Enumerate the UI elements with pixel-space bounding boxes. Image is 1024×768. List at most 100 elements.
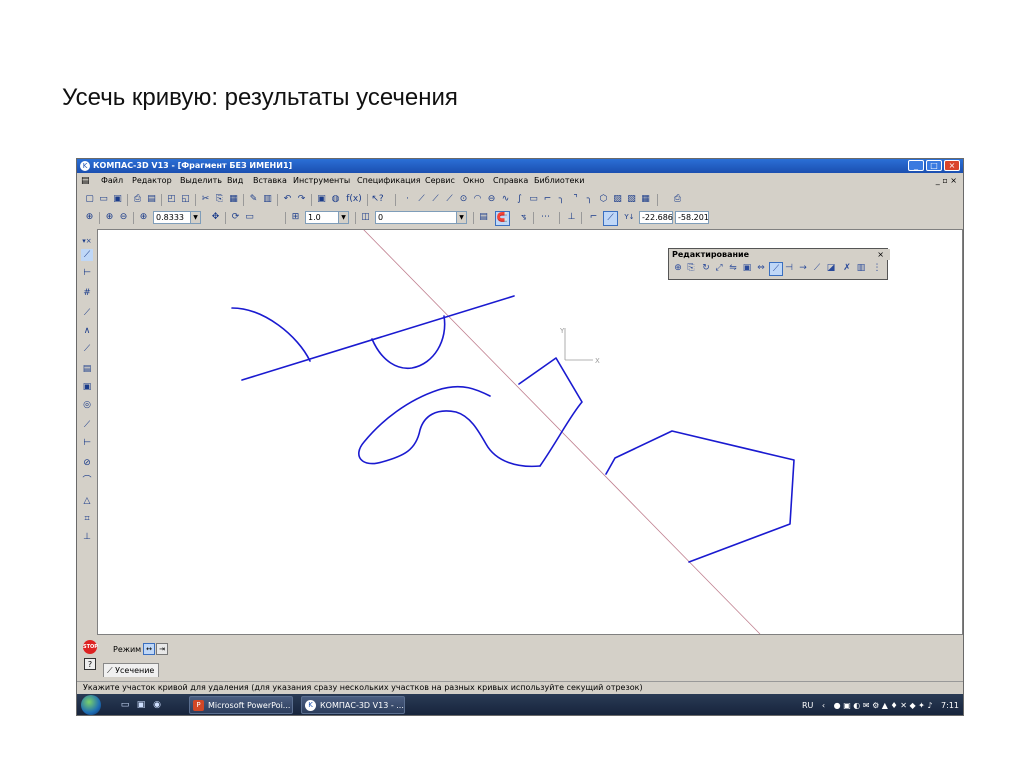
circle-tool-icon[interactable]: ⊘ — [81, 457, 93, 469]
refresh-icon[interactable]: ⟳ — [229, 211, 242, 224]
step-icon[interactable]: ⊞ — [289, 211, 302, 224]
library-icon[interactable]: ▥ — [261, 193, 274, 206]
polygon-icon[interactable]: ⬡ — [597, 193, 610, 206]
arc-tool-icon[interactable]: ⌒ — [81, 475, 93, 487]
param-mode-icon[interactable]: ⟋ — [603, 211, 618, 226]
associative-views-icon[interactable]: ▣ — [81, 381, 93, 393]
parametrization-icon[interactable]: ∧ — [81, 325, 93, 337]
menu-tools[interactable]: Инструменты — [293, 174, 350, 188]
cursor-step-field[interactable]: 1.0 ▼ — [305, 211, 349, 224]
deform-icon[interactable]: ▣ — [741, 262, 753, 274]
break-icon[interactable]: ⟋ — [811, 262, 823, 274]
zoom-scale-field[interactable]: 0.8333 ▼ — [153, 211, 201, 224]
menu-libraries[interactable]: Библиотеки — [534, 174, 584, 188]
ellipse-icon[interactable]: ⊖ — [485, 193, 498, 206]
mode-trim-inner-button[interactable]: ↔ — [143, 643, 155, 655]
zoom-in-icon[interactable]: ⊕ — [103, 211, 116, 224]
base-tool-icon[interactable]: ⊥ — [81, 531, 93, 543]
dimensions-icon[interactable]: ⊢ — [81, 267, 93, 279]
polyline-icon[interactable]: ⟋ — [429, 193, 442, 206]
divide-icon[interactable]: ⋮ — [871, 262, 883, 274]
trimmed-arc-semicircle[interactable] — [371, 315, 446, 370]
menu-specification[interactable]: Спецификация — [357, 174, 421, 188]
properties-icon[interactable]: ✎ — [247, 193, 260, 206]
fillet-icon[interactable]: ╮ — [555, 193, 568, 206]
zoom-out-icon[interactable]: ⊖ — [117, 211, 130, 224]
tab-trim[interactable]: ⟋ Усечение — [103, 663, 159, 677]
mdi-window-controls[interactable]: _ ▫ × — [936, 174, 957, 188]
menu-insert[interactable]: Вставка — [253, 174, 287, 188]
trim-by-two-points-icon[interactable]: ⊣ — [783, 262, 795, 274]
copy-object-icon[interactable]: ⎘ — [685, 262, 697, 274]
zoom-scale-icon[interactable]: ⊕ — [137, 211, 150, 224]
rotate-icon[interactable]: ↻ — [700, 262, 712, 274]
bezier-icon[interactable]: ∿ — [499, 193, 512, 206]
paste-icon[interactable]: ▦ — [227, 193, 240, 206]
language-indicator[interactable]: RU — [802, 701, 813, 710]
minimize-button[interactable]: _ — [908, 160, 924, 171]
chamfer-icon[interactable]: ⌐ — [541, 193, 554, 206]
preview-icon-2[interactable]: ◰ — [165, 193, 178, 206]
spec-icon[interactable]: ◎ — [81, 399, 93, 411]
triangle-tool-icon[interactable]: △ — [81, 495, 93, 507]
preview-icon[interactable]: ▤ — [145, 193, 158, 206]
stop-button[interactable]: STOP — [83, 640, 98, 654]
trimmed-polygon[interactable] — [605, 430, 795, 563]
show-desktop-icon[interactable]: ▭ — [119, 699, 131, 711]
manager-library-icon[interactable]: ▣ — [315, 193, 328, 206]
explorer-icon[interactable]: ◉ — [151, 699, 163, 711]
segment-icon[interactable]: ⟋ — [415, 193, 428, 206]
corner-icon[interactable]: ⌝ — [569, 193, 582, 206]
extend-icon[interactable]: → — [797, 262, 809, 274]
drawing-canvas[interactable]: Y X Редактирование × ⊕ ⎘ ↻ ⤢ ⇋ ▣ ⇔ ⟋ ⊣ →… — [97, 227, 963, 635]
menu-window[interactable]: Окно — [463, 174, 484, 188]
snap-icon[interactable]: 🧲 — [495, 211, 510, 226]
remove-icon[interactable]: ✗ — [841, 262, 853, 274]
maximize-button[interactable]: □ — [926, 160, 942, 171]
menu-service[interactable]: Сервис — [425, 174, 455, 188]
zoom-window-icon[interactable]: ⊕ — [83, 211, 96, 224]
help-button[interactable]: ? — [84, 658, 96, 670]
segment-main[interactable] — [241, 295, 515, 381]
editing-icon[interactable]: ⟋ — [81, 307, 93, 319]
taskbar-powerpoint[interactable]: P Microsoft PowerPoi... — [189, 696, 293, 714]
auxiliary-line-icon[interactable]: ⟋ — [443, 193, 456, 206]
window-titlebar[interactable]: K КОМПАС-3D V13 - [Фрагмент БЕЗ ИМЕНИ1] … — [77, 159, 963, 173]
arc-icon[interactable]: ◠ — [471, 193, 484, 206]
trimmed-spline[interactable] — [358, 385, 541, 468]
hatch-icon[interactable]: ▨ — [611, 193, 624, 206]
trimmed-polyline[interactable] — [518, 357, 583, 467]
point-icon[interactable]: · — [401, 193, 414, 206]
menu-file[interactable]: Файл — [101, 174, 123, 188]
circle-icon[interactable]: ⊙ — [457, 193, 470, 206]
manager-icon[interactable]: ◱ — [179, 193, 192, 206]
nurbs-icon[interactable]: ∫ — [513, 193, 526, 206]
cut-icon[interactable]: ✂ — [199, 193, 212, 206]
parametric-icon[interactable]: ⌐ — [587, 211, 600, 224]
close-icon[interactable]: × — [877, 249, 884, 260]
select-icon[interactable]: ▤ — [81, 363, 93, 375]
tray-chevron-icon[interactable]: ‹ — [822, 701, 825, 710]
redo-icon[interactable]: ↷ — [295, 193, 308, 206]
chevron-down-icon[interactable]: ▼ — [338, 212, 348, 223]
move-icon[interactable]: ⊕ — [672, 262, 684, 274]
macro-icon[interactable]: ▦ — [639, 193, 652, 206]
coord-y-field[interactable]: -58.201 — [675, 211, 709, 224]
print-setup-icon[interactable]: ⎙ — [671, 193, 684, 206]
layers-icon[interactable]: ◫ — [359, 211, 372, 224]
menu-help[interactable]: Справка — [493, 174, 528, 188]
mode-trim-outer-button[interactable]: ⇥ — [156, 643, 168, 655]
coord-x-field[interactable]: -22.686 — [639, 211, 673, 224]
chevron-down-icon[interactable]: ▼ — [190, 212, 200, 223]
stretch-icon[interactable]: ⇔ — [755, 262, 767, 274]
trim-curve-icon[interactable]: ⟋ — [769, 262, 783, 276]
print-icon[interactable]: ⎙ — [131, 193, 144, 206]
function-icon[interactable]: f(x) — [345, 193, 363, 206]
reports-icon[interactable]: ⟋ — [81, 419, 93, 431]
tray-icons[interactable]: ● ▣ ◐ ✉ ⚙ ▲ ♦ ✕ ◆ ✦ ♪ — [834, 701, 933, 710]
open-icon[interactable]: ▭ — [97, 193, 110, 206]
menu-select[interactable]: Выделить — [180, 174, 222, 188]
chevron-down-icon[interactable]: ▼ — [456, 212, 466, 223]
close-button[interactable]: × — [944, 160, 960, 171]
menu-view[interactable]: Вид — [227, 174, 243, 188]
